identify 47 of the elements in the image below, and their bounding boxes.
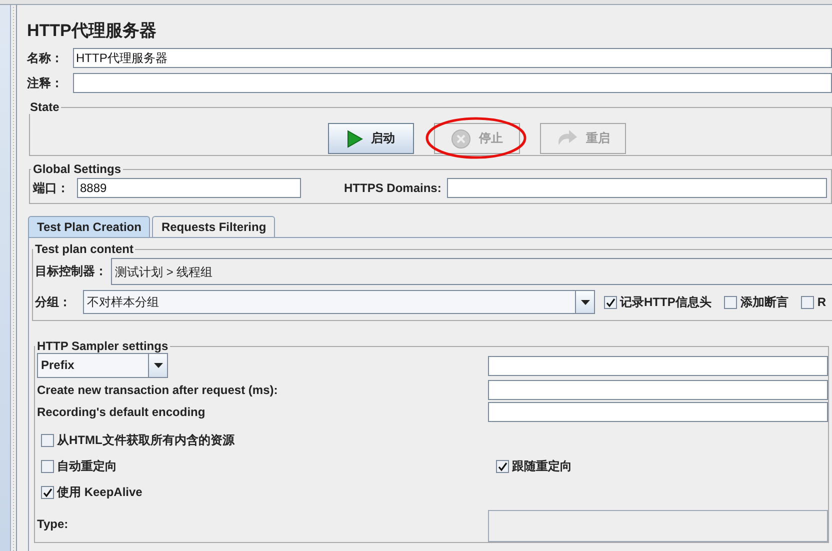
field-label: HTTPS Domains: — [344, 181, 442, 195]
type-field[interactable] — [488, 510, 828, 542]
input-field[interactable] — [488, 380, 828, 400]
comment-field[interactable] — [73, 73, 832, 93]
field-label: 名称： — [27, 50, 64, 66]
name-field[interactable]: HTTP代理服务器 — [73, 48, 832, 68]
prefix-field[interactable] — [488, 356, 828, 376]
checkbox[interactable] — [41, 486, 54, 499]
splitter-handle[interactable] — [11, 5, 17, 551]
field-label: Create new transaction after request (ms): — [37, 383, 279, 397]
field-label: 目标控制器： — [35, 263, 107, 280]
checkbox-label[interactable]: 使用 KeepAlive — [57, 484, 142, 501]
panel-title: HTTP代理服务器 — [27, 20, 158, 42]
port-field[interactable]: 8889 — [77, 178, 301, 198]
field-label: 注释： — [27, 74, 64, 92]
field-label: Recording's default encoding — [37, 405, 206, 419]
checkbox-label[interactable]: 从HTML文件获取所有内含的资源 — [57, 432, 234, 449]
checkbox[interactable] — [41, 434, 54, 447]
stop-icon — [451, 128, 471, 148]
https-domains-field[interactable] — [447, 178, 827, 198]
section-title: State — [29, 100, 60, 114]
prefix-dropdown[interactable]: Prefix — [37, 353, 168, 378]
dropdown-arrow-icon — [580, 300, 590, 304]
checkbox[interactable] — [41, 460, 54, 473]
checkbox-label[interactable]: 记录HTTP信息头 — [620, 294, 712, 310]
checkbox-label[interactable]: R — [817, 295, 826, 309]
section-title: Test plan content — [34, 242, 134, 256]
section-title: Global Settings — [32, 162, 122, 176]
checkbox[interactable] — [496, 460, 509, 473]
checkbox-label[interactable]: 添加断言 — [740, 294, 788, 310]
checkbox[interactable] — [604, 296, 617, 308]
dropdown-arrow-icon — [154, 363, 162, 368]
section-title: HTTP Sampler settings — [36, 339, 170, 353]
play-icon — [347, 130, 363, 148]
checkbox-label[interactable]: 自动重定向 — [57, 458, 117, 475]
tab[interactable]: Test Plan Creation — [28, 216, 150, 237]
field-label: 分组： — [35, 294, 71, 310]
tab[interactable]: Requests Filtering — [152, 216, 276, 237]
start-button[interactable]: 启动 — [328, 123, 414, 154]
grouping-dropdown[interactable]: 不对样本分组 — [83, 290, 595, 314]
field-label: Type: — [37, 517, 70, 531]
checkbox[interactable] — [724, 296, 738, 308]
input-field[interactable] — [488, 402, 828, 422]
checkbox-label[interactable]: 跟随重定向 — [512, 458, 572, 475]
target-controller-field[interactable]: 测试计划 > 线程组 — [111, 258, 832, 285]
field-label: 端口： — [33, 180, 70, 196]
checkbox[interactable] — [801, 296, 814, 308]
